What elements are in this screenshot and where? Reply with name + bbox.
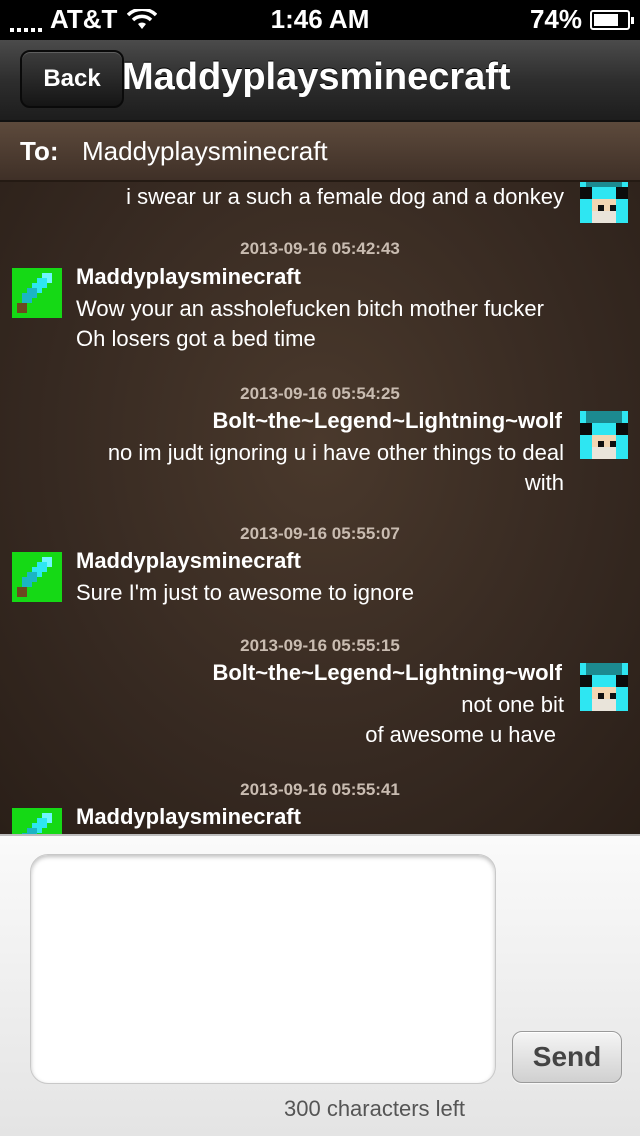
message-sender: Maddyplaysminecraft [76, 264, 301, 289]
navigation-bar: Back Maddyplaysminecraft [0, 40, 640, 122]
message-timestamp: 2013-09-16 05:42:43 [240, 239, 400, 258]
message-line: Sure I'm just to awesome to ignore [76, 580, 415, 605]
message-timestamp: 2013-09-16 05:55:41 [240, 780, 400, 799]
message-timestamp: 2013-09-16 05:55:07 [240, 524, 400, 543]
battery-percent: 74% [529, 4, 582, 34]
battery-fill [594, 13, 618, 26]
message-input[interactable] [30, 854, 496, 1084]
recipient-name[interactable]: Maddyplaysminecraft [82, 136, 328, 167]
status-right: 74% [529, 4, 634, 35]
battery-icon [590, 9, 634, 30]
status-bar: AT&T 1:46 AM 74% [0, 0, 640, 40]
page-title: Maddyplaysminecraft [122, 56, 511, 98]
message-line: with [524, 470, 564, 495]
message-line: Wow your an assholefucken bitch mother f… [76, 296, 544, 321]
message-timestamp: 2013-09-16 05:55:15 [240, 636, 400, 655]
message-sender: Bolt~the~Legend~Lightning~wolf [212, 660, 562, 685]
wolf-avatar-icon [580, 182, 628, 223]
message-line: i swear ur a such a female dog and a don… [126, 184, 564, 209]
compose-area: Send 300 characters left [0, 834, 640, 1136]
send-button[interactable]: Send [512, 1031, 622, 1083]
message-sender: Maddyplaysminecraft [76, 804, 301, 829]
to-label: To: [20, 136, 59, 166]
wolf-avatar-icon [580, 663, 628, 711]
wolf-avatar-icon [580, 411, 628, 459]
sword-avatar-icon [12, 268, 62, 318]
sword-avatar-icon [12, 808, 62, 834]
characters-left-label: 300 characters left [284, 1096, 465, 1121]
message-sender: Bolt~the~Legend~Lightning~wolf [212, 408, 562, 433]
message-line: not one bit [461, 692, 564, 717]
message-thread[interactable]: i swear ur a such a female dog and a don… [0, 182, 640, 834]
message-line: no im judt ignoring u i have other thing… [107, 440, 564, 465]
message-timestamp: 2013-09-16 05:54:25 [240, 384, 400, 403]
message-line: of awesome u have [365, 722, 556, 747]
back-button[interactable]: Back [20, 50, 124, 108]
message-line: Oh losers got a bed time [76, 326, 316, 351]
recipient-bar: To: Maddyplaysminecraft [0, 122, 640, 182]
sword-avatar-icon [12, 552, 62, 602]
message-sender: Maddyplaysminecraft [76, 548, 301, 573]
